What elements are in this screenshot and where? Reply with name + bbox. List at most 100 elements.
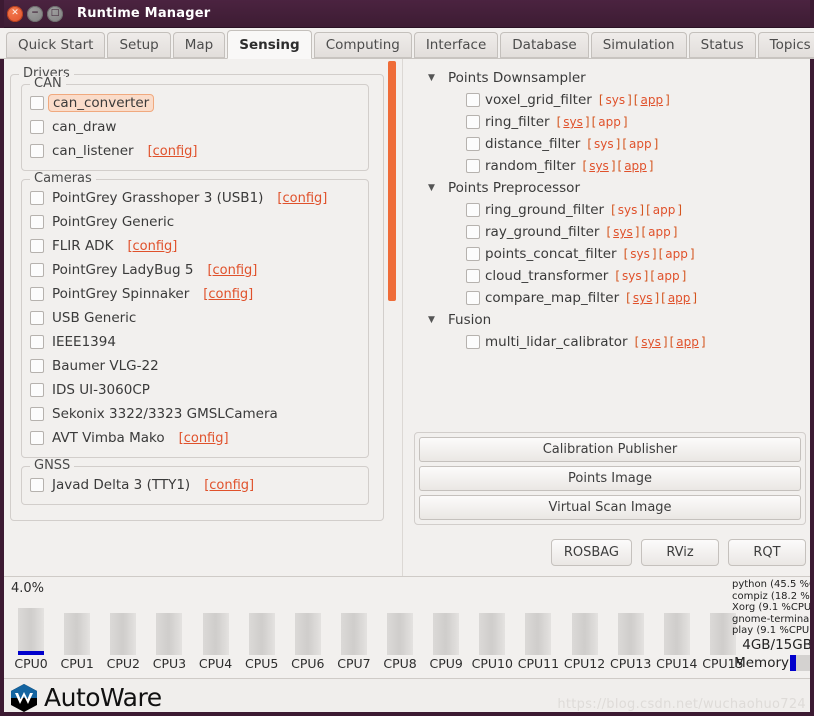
- driver-row: can_draw: [30, 115, 360, 139]
- driver-label: can_converter: [48, 94, 155, 112]
- checkbox-ray_ground_filter[interactable]: [466, 225, 480, 239]
- sys-link[interactable]: sys: [618, 203, 638, 217]
- close-icon[interactable]: ✕: [7, 5, 23, 22]
- tree-parent-fusion[interactable]: ▼ Fusion: [418, 309, 808, 331]
- checkbox-distance_filter[interactable]: [466, 137, 480, 151]
- app-link[interactable]: app: [657, 269, 680, 283]
- tab-status[interactable]: Status: [688, 32, 756, 58]
- tab-computing[interactable]: Computing: [313, 32, 412, 58]
- app-link[interactable]: app: [598, 115, 621, 129]
- sys-link[interactable]: sys: [630, 247, 650, 261]
- checkbox-ring_ground_filter[interactable]: [466, 203, 480, 217]
- app-link[interactable]: app: [640, 93, 663, 107]
- sys-link[interactable]: sys: [633, 291, 653, 305]
- bracket-close: ]: [651, 247, 657, 261]
- checkbox-random_filter[interactable]: [466, 159, 480, 173]
- config-link[interactable]: [config]: [207, 263, 257, 278]
- virtual-scan-image-button[interactable]: Virtual Scan Image: [419, 495, 801, 520]
- checkbox-baumer-vlg-22[interactable]: [30, 359, 44, 373]
- checkbox-can-draw[interactable]: [30, 120, 44, 134]
- config-link[interactable]: [config]: [203, 287, 253, 302]
- bracket-close: ]: [643, 269, 649, 283]
- config-link[interactable]: [config]: [204, 478, 254, 493]
- tab-simulation[interactable]: Simulation: [590, 32, 687, 58]
- checkbox-voxel_grid_filter[interactable]: [466, 93, 480, 107]
- app-link[interactable]: app: [653, 203, 676, 217]
- checkbox-points_concat_filter[interactable]: [466, 247, 480, 261]
- cpu-bar-col: [54, 595, 100, 655]
- maximize-icon[interactable]: □: [47, 5, 63, 22]
- checkbox-ieee1394[interactable]: [30, 335, 44, 349]
- checkbox-javad-delta-3-tty1-[interactable]: [30, 478, 44, 492]
- checkbox-can-listener[interactable]: [30, 144, 44, 158]
- sys-link[interactable]: sys: [594, 137, 614, 151]
- tab-database[interactable]: Database: [500, 32, 589, 58]
- bracket-close: ]: [622, 115, 628, 129]
- tab-interface[interactable]: Interface: [413, 32, 499, 58]
- checkbox-flir-adk[interactable]: [30, 239, 44, 253]
- tree-parent-points-downsampler[interactable]: ▼ Points Downsampler: [418, 67, 808, 89]
- checkbox-sekonix-3322-3323-gmslcamera[interactable]: [30, 407, 44, 421]
- sys-link[interactable]: sys: [613, 225, 633, 239]
- app-link[interactable]: app: [676, 335, 699, 349]
- chevron-down-icon[interactable]: ▼: [428, 315, 442, 325]
- checkbox-pointgrey-spinnaker[interactable]: [30, 287, 44, 301]
- checkbox-pointgrey-generic[interactable]: [30, 215, 44, 229]
- sys-link[interactable]: sys: [606, 93, 626, 107]
- checkbox-compare_map_filter[interactable]: [466, 291, 480, 305]
- tree-child-row: ring_ground_filter[sys] [app]: [418, 199, 808, 221]
- link-group: [sys] [app]: [610, 203, 683, 217]
- cpu-label-cpu5: CPU5: [245, 656, 279, 671]
- link-group: [sys] [app]: [623, 247, 696, 261]
- tree-parent-points-preprocessor[interactable]: ▼ Points Preprocessor: [418, 177, 808, 199]
- window-edge-right: [810, 0, 814, 716]
- checkbox-pointgrey-grasshoper-3-usb1-[interactable]: [30, 191, 44, 205]
- link-group: [sys] [app]: [634, 335, 707, 349]
- config-link[interactable]: [config]: [127, 239, 177, 254]
- sys-link[interactable]: sys: [589, 159, 609, 173]
- app-link[interactable]: app: [624, 159, 647, 173]
- app-link[interactable]: app: [668, 291, 691, 305]
- tab-setup[interactable]: Setup: [107, 32, 171, 58]
- tab-sensing[interactable]: Sensing: [227, 30, 312, 59]
- app-link[interactable]: app: [648, 225, 671, 239]
- app-link[interactable]: app: [665, 247, 688, 261]
- checkbox-ids-ui-3060cp[interactable]: [30, 383, 44, 397]
- cpu-labels: CPU0 CPU1 CPU2 CPU3 CPU4 CPU5 CPU6 CPU7 CPU8 CPU9…: [8, 656, 746, 671]
- minimize-icon[interactable]: −: [27, 5, 43, 22]
- tree-child-label: ray_ground_filter: [485, 224, 600, 240]
- driver-label: USB Generic: [52, 310, 137, 326]
- chevron-down-icon[interactable]: ▼: [428, 183, 442, 193]
- sys-link[interactable]: sys: [622, 269, 642, 283]
- chevron-down-icon[interactable]: ▼: [428, 73, 442, 83]
- calibration-publisher-button[interactable]: Calibration Publisher: [419, 437, 801, 462]
- config-link[interactable]: [config]: [277, 191, 327, 206]
- checkbox-cloud_transformer[interactable]: [466, 269, 480, 283]
- tree-child-row: multi_lidar_calibrator[sys] [app]: [418, 331, 808, 353]
- cpu-label-cpu4: CPU4: [198, 656, 233, 671]
- checkbox-usb-generic[interactable]: [30, 311, 44, 325]
- cpu-bar-cpu1: [64, 613, 91, 655]
- sys-link[interactable]: sys: [563, 115, 583, 129]
- rosbag-button[interactable]: ROSBAG: [550, 539, 632, 566]
- checkbox-avt-vimba-mako[interactable]: [30, 431, 44, 445]
- rqt-button[interactable]: RQT: [728, 539, 806, 566]
- cpu-bar-cpu6: [294, 613, 321, 655]
- bracket-open: [: [591, 115, 597, 129]
- tab-quick-start[interactable]: Quick Start: [6, 32, 106, 58]
- checkbox-ring_filter[interactable]: [466, 115, 480, 129]
- bracket-close: ]: [665, 93, 670, 107]
- vertical-scrollbar[interactable]: [388, 61, 396, 301]
- config-link[interactable]: [config]: [179, 431, 229, 446]
- checkbox-pointgrey-ladybug-5[interactable]: [30, 263, 44, 277]
- checkbox-can-converter[interactable]: [30, 96, 44, 110]
- points-image-button[interactable]: Points Image: [419, 466, 801, 491]
- sys-link[interactable]: sys: [641, 335, 661, 349]
- app-link[interactable]: app: [629, 137, 652, 151]
- tree-child-row: distance_filter[sys] [app]: [418, 133, 808, 155]
- checkbox-multi_lidar_calibrator[interactable]: [466, 335, 480, 349]
- rviz-button[interactable]: RViz: [641, 539, 719, 566]
- tab-map[interactable]: Map: [172, 32, 226, 58]
- config-link[interactable]: [config]: [148, 144, 198, 159]
- tab-topics[interactable]: Topics: [757, 32, 814, 58]
